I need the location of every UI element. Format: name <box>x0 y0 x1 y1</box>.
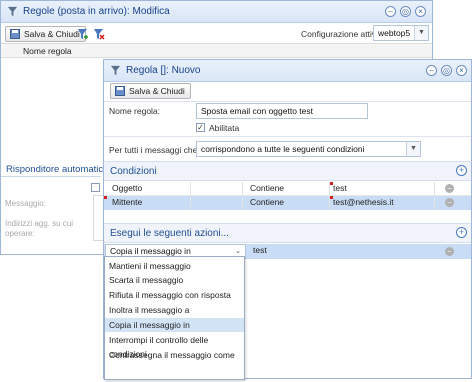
dropdown-option-highlighted[interactable]: Copia il messaggio in <box>105 318 244 332</box>
table-row[interactable]: Mittente Contiene test@nethesis.it – <box>104 196 471 210</box>
enabled-checkbox[interactable]: ✓ <box>196 123 205 132</box>
chevron-down-icon[interactable]: ▼ <box>414 26 428 40</box>
toolbar-divider <box>104 101 471 102</box>
action-value[interactable]: test <box>253 245 267 255</box>
enabled-label: Abilitata <box>209 123 240 133</box>
save-close-label: Salva & Chiudi <box>129 86 185 96</box>
rule-name-value: Sposta email con oggetto test <box>201 106 313 116</box>
condition-value[interactable]: test@nethesis.it <box>330 196 435 210</box>
conditions-header: Condizioni <box>104 161 471 181</box>
config-select[interactable]: webtop5 ▼ <box>373 25 429 41</box>
empty-cell <box>191 196 243 210</box>
config-value: webtop5 <box>378 28 411 38</box>
dropdown-option[interactable]: Rifiuta il messaggio con risposta <box>105 288 244 302</box>
filter-icon <box>7 6 18 17</box>
rule-name-label: Nome regola: <box>109 106 161 116</box>
dropdown-option[interactable]: Interrompi il controllo delle condizioni <box>105 333 244 359</box>
minimize-icon[interactable]: – <box>426 65 437 76</box>
filter-add-icon[interactable] <box>77 28 89 40</box>
filter-remove-icon[interactable] <box>93 28 105 40</box>
dirty-marker <box>104 196 107 199</box>
save-icon <box>115 86 125 96</box>
add-action-icon[interactable]: + <box>456 227 467 238</box>
add-condition-icon[interactable]: + <box>456 165 467 176</box>
close-icon[interactable]: × <box>456 65 467 76</box>
delete-condition-icon[interactable]: – <box>445 184 454 193</box>
config-label: Configurazione attiva: <box>301 29 384 39</box>
condition-field[interactable]: Oggetto <box>109 182 191 196</box>
separator-line <box>104 136 471 137</box>
restore-icon[interactable]: ◎ <box>441 65 452 76</box>
rule-name-input[interactable]: Sposta email con oggetto test <box>196 103 368 119</box>
for-all-label: Per tutti i messaggi che: <box>109 145 200 155</box>
condition-op[interactable]: Contiene <box>247 196 330 210</box>
delete-condition-icon[interactable]: – <box>445 198 454 207</box>
dirty-marker <box>330 182 333 185</box>
chevron-down-icon[interactable]: ▼ <box>406 142 420 156</box>
table-row[interactable]: Oggetto Contiene test – <box>104 182 471 196</box>
side-section-line <box>1 176 101 177</box>
restore-icon[interactable]: ◎ <box>400 6 411 17</box>
rules-edit-titlebar[interactable]: Regole (posta in arrivo): Modifica – ◎ × <box>1 1 432 23</box>
action-selected-value: Copia il messaggio in <box>110 246 191 256</box>
side-checkbox[interactable] <box>91 183 100 192</box>
actions-header: Esegui le seguenti azioni... <box>104 223 471 243</box>
condition-field[interactable]: Mittente <box>109 196 191 210</box>
delete-action-icon[interactable]: – <box>445 247 454 256</box>
action-dropdown-list: Mantieni il messaggio Scarta il messaggi… <box>104 256 245 380</box>
for-all-select[interactable]: corrispondono a tutte le seguenti condiz… <box>196 141 421 157</box>
filter-icon <box>110 65 121 76</box>
rules-edit-title: Regole (posta in arrivo): Modifica <box>23 6 170 17</box>
col-header-nome-regola[interactable]: Nome regola <box>23 46 72 56</box>
for-all-value: corrispondono a tutte le seguenti condiz… <box>201 144 365 154</box>
rule-new-titlebar[interactable]: Regola []: Nuovo – ◎ × <box>104 60 471 82</box>
close-icon[interactable]: × <box>415 6 426 17</box>
save-close-label: Salva & Chiudi <box>24 29 80 39</box>
condition-value[interactable]: test <box>330 182 435 196</box>
condition-op[interactable]: Contiene <box>247 182 330 196</box>
actions-title: Esegui le seguenti azioni... <box>110 228 229 239</box>
conditions-title: Condizioni <box>110 166 157 177</box>
rules-grid-header: Nome regola <box>1 43 432 58</box>
minimize-icon[interactable]: – <box>385 6 396 17</box>
save-close-button[interactable]: Salva & Chiudi <box>5 26 86 42</box>
dropdown-option[interactable]: Contrassegna il messaggio come <box>105 348 244 362</box>
empty-cell <box>191 182 243 196</box>
dropdown-option[interactable]: Inoltra il messaggio a <box>105 303 244 317</box>
side-section-title: Risponditore automatico <box>6 164 109 175</box>
messaggio-textarea[interactable] <box>93 195 103 241</box>
dirty-marker <box>330 196 333 199</box>
dropdown-option[interactable]: Mantieni il messaggio <box>105 259 244 273</box>
dropdown-option[interactable]: Scarta il messaggio <box>105 273 244 287</box>
save-close-button[interactable]: Salva & Chiudi <box>110 83 191 99</box>
conditions-grid: Oggetto Contiene test – Mittente Contien… <box>104 181 471 211</box>
save-icon <box>10 29 20 39</box>
messaggio-label: Messaggio: <box>5 199 46 208</box>
indirizzi-label: Indirizzi agg. su cui operare: <box>5 219 74 238</box>
rule-new-title: Regola []: Nuovo <box>126 65 201 76</box>
